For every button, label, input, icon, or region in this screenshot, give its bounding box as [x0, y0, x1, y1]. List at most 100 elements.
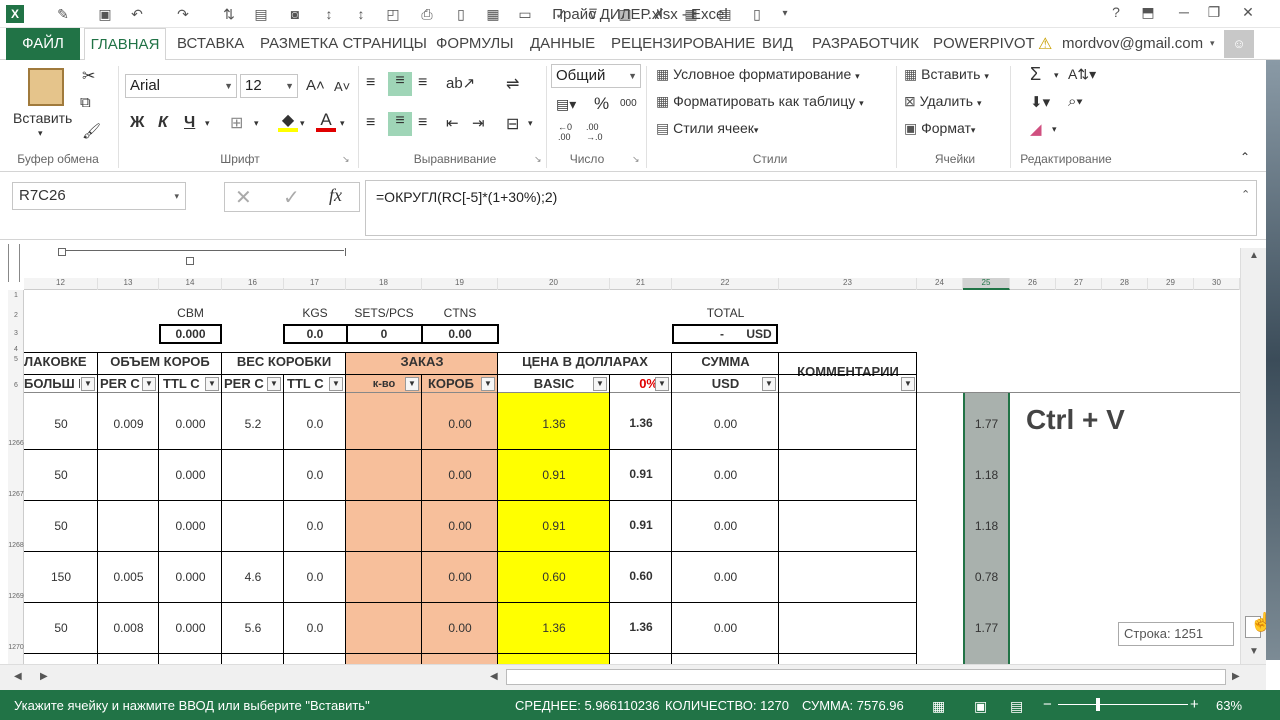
cell-boxes[interactable]: 0.00	[422, 570, 498, 584]
borders-icon[interactable]: ⊞	[230, 113, 243, 133]
align-left-icon[interactable]: ≡	[366, 114, 375, 132]
filter-button[interactable]: ▼	[81, 377, 95, 391]
shrink-font-icon[interactable]: A˅	[334, 79, 350, 94]
account-name[interactable]: mordvov@gmail.com	[1062, 28, 1203, 60]
decrease-decimal-icon[interactable]: .00 →.0	[586, 122, 603, 142]
format-as-table-button[interactable]: ▦ Форматировать как таблицу ▾	[656, 93, 864, 110]
collapse-ribbon-icon[interactable]: ⌃	[1240, 150, 1250, 164]
cell-col26[interactable]: 1.18	[963, 468, 1010, 482]
cell-ttl-weight[interactable]: 0.0	[284, 519, 346, 533]
delete-cells-button[interactable]: ⊠ Удалить ▾	[904, 93, 982, 110]
total-value[interactable]: -	[712, 327, 732, 341]
cell-col26[interactable]: 1.18	[963, 519, 1010, 533]
filter-button[interactable]: ▼	[405, 377, 419, 391]
filter-button[interactable]: ▼	[142, 377, 156, 391]
insert-cells-button[interactable]: ▦ Вставить ▾	[904, 66, 989, 83]
filter-button[interactable]: ▼	[205, 377, 219, 391]
find-select-icon[interactable]: ⌕▾	[1068, 93, 1083, 110]
underline-button[interactable]: Ч	[184, 114, 195, 132]
cell-vol[interactable]: 0.005	[98, 570, 159, 584]
page-layout-icon[interactable]: ▣	[974, 698, 987, 715]
row-header[interactable]: 1	[8, 292, 24, 299]
column-header[interactable]: 29	[1148, 278, 1194, 290]
filter-button[interactable]: ▼	[593, 377, 607, 391]
font-color-dropdown-icon[interactable]: ▾	[340, 118, 345, 129]
expand-formula-icon[interactable]: ⌃	[1241, 188, 1250, 201]
cell-pack[interactable]: 50	[24, 519, 98, 533]
cbm-value[interactable]: 0.000	[159, 327, 222, 341]
column-header[interactable]: 21	[610, 278, 672, 290]
insert-function-icon[interactable]: fx	[329, 185, 342, 206]
clear-dropdown-icon[interactable]: ▾	[1052, 124, 1057, 135]
cell-sum[interactable]: 0.00	[672, 417, 779, 431]
row-header[interactable]: 6	[8, 382, 24, 389]
cell-ttl-weight[interactable]: 0.0	[284, 570, 346, 584]
tab-view[interactable]: ВИД	[762, 28, 793, 60]
row-header[interactable]: 1268	[8, 542, 24, 549]
cut-icon[interactable]: ✂	[82, 66, 95, 86]
cell-price[interactable]: 0.91	[610, 467, 672, 481]
row-header[interactable]: 1266	[8, 440, 24, 447]
percent-icon[interactable]: %	[594, 94, 609, 114]
cell-col26[interactable]: 1.77	[963, 417, 1010, 431]
align-center-icon[interactable]: ≡	[388, 112, 412, 136]
cell-ttl-vol[interactable]: 0.000	[159, 417, 222, 431]
cell-sum[interactable]: 0.00	[672, 621, 779, 635]
align-top-icon[interactable]: ≡	[366, 74, 375, 92]
scroll-left-icon[interactable]: ◀	[490, 671, 498, 682]
cell-weight[interactable]: 4.6	[222, 570, 284, 584]
column-header[interactable]: 17	[284, 278, 346, 290]
cell-col26[interactable]: 1.77	[963, 621, 1010, 635]
column-header[interactable]: 13	[98, 278, 159, 290]
cell-vol[interactable]: 0.009	[98, 417, 159, 431]
cell-basic[interactable]: 1.36	[498, 417, 610, 431]
column-header-selected[interactable]: 25	[963, 278, 1010, 290]
enter-icon[interactable]: ✓	[283, 185, 300, 210]
outline-collapse-button[interactable]	[186, 257, 194, 265]
cancel-icon[interactable]: ✕	[235, 185, 252, 210]
cell-pack[interactable]: 50	[24, 468, 98, 482]
vertical-scrollbar[interactable]: ▲ ▼	[1240, 248, 1266, 664]
sets-value[interactable]: 0	[346, 327, 422, 341]
ctns-value[interactable]: 0.00	[422, 327, 498, 341]
tab-data[interactable]: ДАННЫЕ	[530, 28, 595, 60]
next-sheet-icon[interactable]: ▶	[40, 671, 48, 682]
prev-sheet-icon[interactable]: ◀	[14, 671, 22, 682]
column-header[interactable]: 19	[422, 278, 498, 290]
formula-input[interactable]: =ОКРУГЛ(RC[-5]*(1+30%);2)	[365, 180, 1257, 236]
minimize-button[interactable]: ─	[1174, 4, 1194, 20]
increase-decimal-icon[interactable]: ←0.00	[558, 122, 572, 142]
scroll-right-icon[interactable]: ▶	[1232, 671, 1240, 682]
fill-icon[interactable]: ⬇▾	[1030, 93, 1050, 111]
tab-developer[interactable]: РАЗРАБОТЧИК	[812, 28, 919, 60]
tab-powerpivot[interactable]: POWERPIVOT	[933, 28, 1035, 60]
copy-icon[interactable]: ⧉	[80, 94, 91, 111]
font-name-select[interactable]: Arial ▼	[125, 74, 237, 98]
orientation-icon[interactable]: ab↗	[446, 74, 475, 92]
cell-ttl-vol[interactable]: 0.000	[159, 570, 222, 584]
font-color-icon[interactable]: A	[316, 110, 336, 132]
merge-center-icon[interactable]: ⊟	[506, 114, 519, 134]
cell-price[interactable]: 0.91	[610, 518, 672, 532]
cell-basic[interactable]: 0.91	[498, 519, 610, 533]
grow-font-icon[interactable]: A˄	[306, 77, 325, 94]
normal-view-icon[interactable]: ▦	[932, 698, 945, 715]
cell-styles-button[interactable]: ▤ Стили ячеек▾	[656, 120, 758, 137]
bold-button[interactable]: Ж	[130, 114, 144, 132]
column-header[interactable]: 16	[222, 278, 284, 290]
restore-button[interactable]: ❐	[1204, 4, 1224, 21]
column-header[interactable]: 20	[498, 278, 610, 290]
column-header[interactable]: 18	[346, 278, 422, 290]
column-header[interactable]: 14	[159, 278, 222, 290]
cell-sum[interactable]: 0.00	[672, 468, 779, 482]
zoom-slider-thumb[interactable]	[1096, 698, 1100, 711]
column-header[interactable]: 23	[779, 278, 917, 290]
zoom-out-icon[interactable]: −	[1043, 696, 1052, 713]
align-bottom-icon[interactable]: ≡	[418, 74, 427, 92]
font-dialog-icon[interactable]: ↘	[342, 154, 350, 165]
cell-ttl-weight[interactable]: 0.0	[284, 468, 346, 482]
cell-sum[interactable]: 0.00	[672, 519, 779, 533]
zoom-slider[interactable]	[1058, 704, 1188, 705]
account-dropdown-icon[interactable]: ▾	[1210, 38, 1215, 49]
row-header[interactable]: 3	[8, 330, 24, 337]
